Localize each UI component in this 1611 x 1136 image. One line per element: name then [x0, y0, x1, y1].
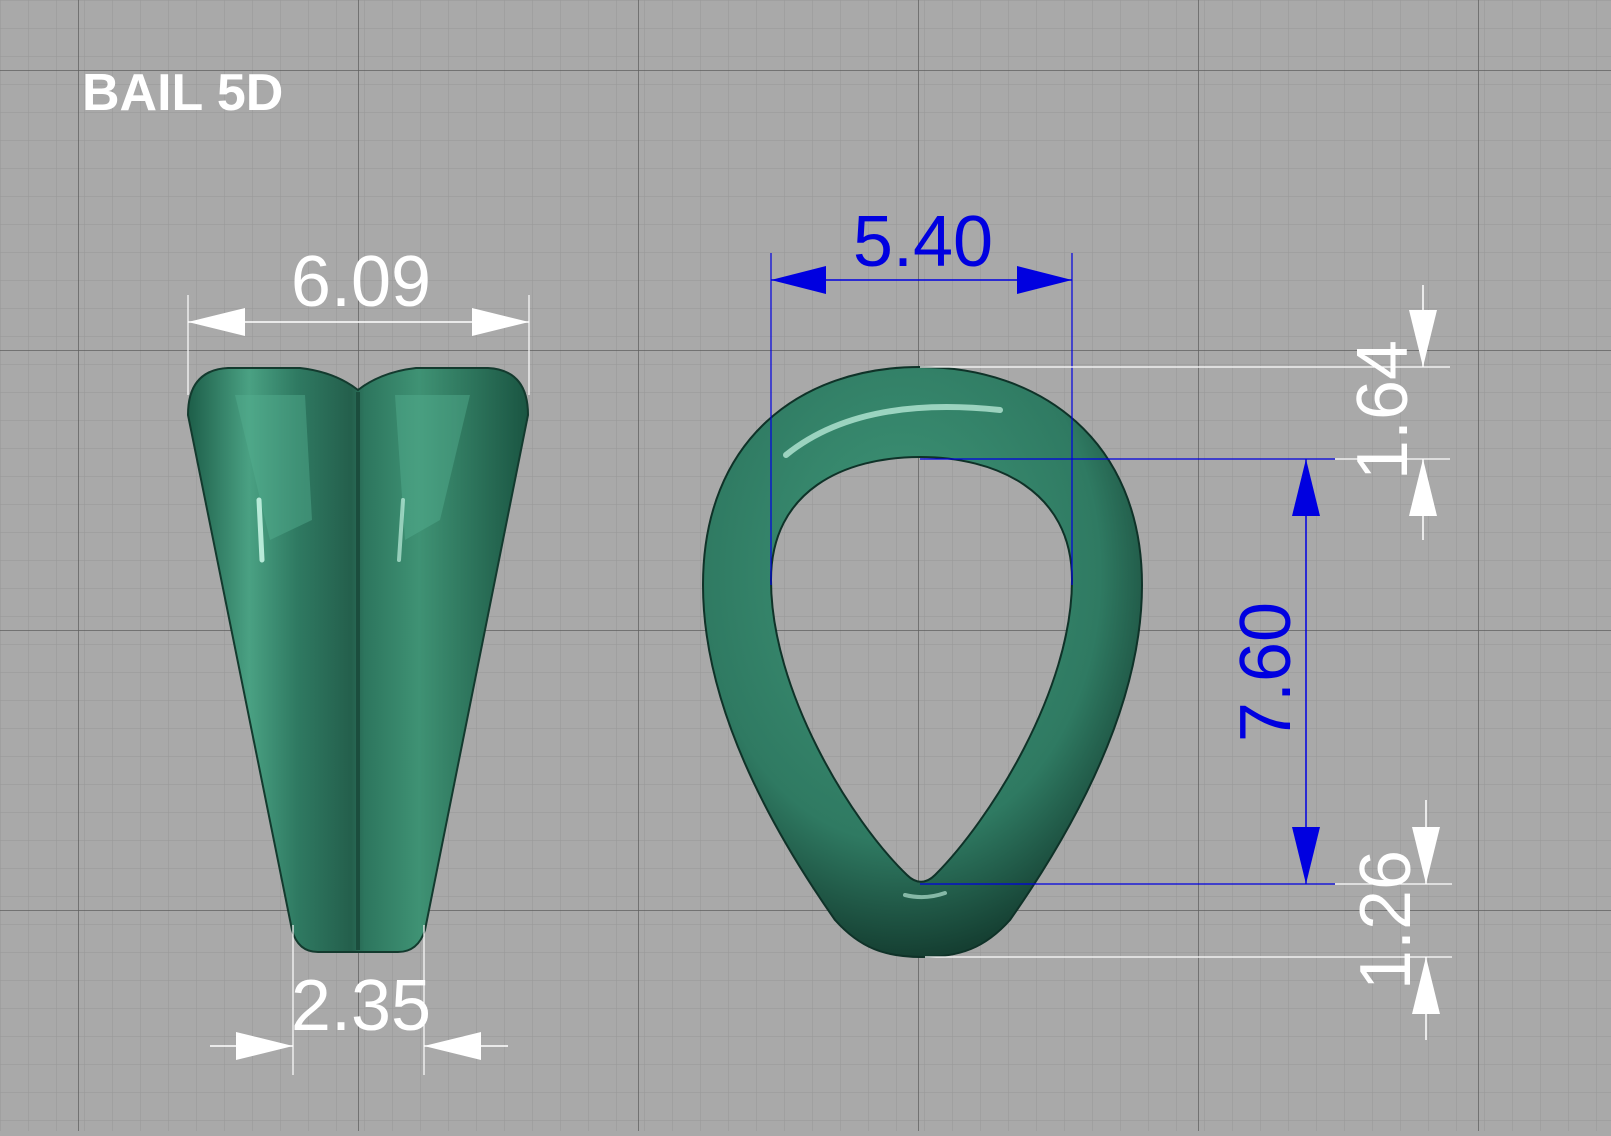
dimension-label-front-inner-height: 7.60	[1226, 602, 1306, 742]
dimension-label-side-top-width: 6.09	[291, 242, 431, 322]
cad-viewport[interactable]: BAIL 5D 6.09 2.35 5.40 7.60 1.64 1.26	[0, 0, 1611, 1131]
dimension-label-front-top-thickness: 1.64	[1343, 340, 1423, 480]
dimension-label-front-bottom-thickness: 1.26	[1346, 850, 1426, 990]
side-specular-left	[256, 497, 265, 563]
dimension-label-side-bottom-width: 2.35	[291, 966, 431, 1046]
dimension-label-front-inner-width: 5.40	[853, 202, 993, 282]
cad-drawing: BAIL 5D 6.09 2.35 5.40 7.60 1.64 1.26	[0, 0, 1611, 1131]
drawing-title: BAIL 5D	[82, 64, 283, 122]
